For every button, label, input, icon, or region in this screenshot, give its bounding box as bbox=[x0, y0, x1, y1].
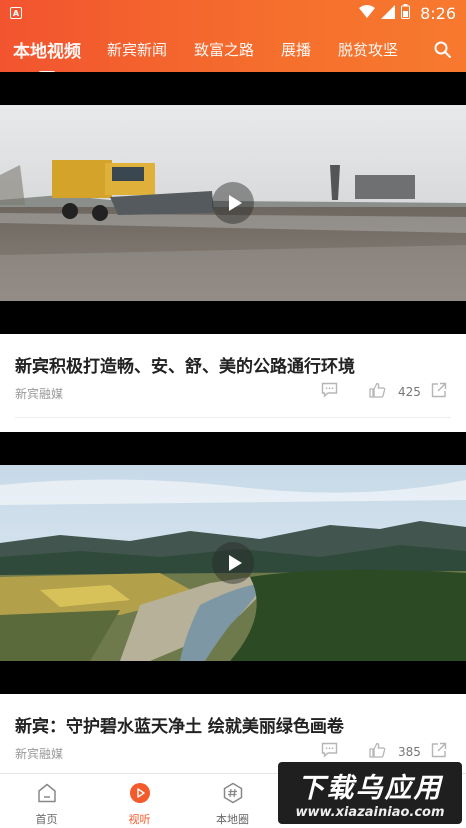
tab-wealth-road[interactable]: 致富之路 bbox=[194, 39, 254, 60]
share-icon[interactable] bbox=[431, 382, 447, 402]
video-info: 新宾积极打造畅、安、舒、美的公路通行环境 新宾融媒 425 bbox=[0, 334, 466, 432]
status-time: 8:26 bbox=[420, 3, 456, 23]
app-notification-icon: A bbox=[10, 7, 22, 19]
nav-item-home[interactable]: 首页 bbox=[0, 774, 93, 828]
video-source: 新宾融媒 bbox=[15, 387, 64, 401]
battery-icon bbox=[401, 3, 411, 23]
like-icon[interactable] bbox=[369, 382, 386, 402]
play-icon bbox=[129, 782, 151, 808]
divider bbox=[15, 417, 451, 418]
status-bar: A 8:26 bbox=[0, 0, 466, 26]
tab-poverty-alleviation[interactable]: 脱贫攻坚 bbox=[338, 39, 398, 60]
share-icon[interactable] bbox=[431, 742, 447, 762]
like-icon[interactable] bbox=[369, 742, 386, 762]
top-nav: 本地视频 新宾新闻 致富之路 展播 脱贫攻坚 bbox=[0, 26, 466, 74]
wifi-icon bbox=[359, 4, 376, 23]
nav-label-home: 首页 bbox=[35, 813, 58, 826]
home-icon bbox=[36, 782, 58, 808]
comment-icon[interactable] bbox=[321, 742, 338, 762]
like-count: 385 bbox=[398, 745, 421, 759]
tab-local-video[interactable]: 本地视频 bbox=[13, 37, 81, 74]
video-title[interactable]: 新宾：守护碧水蓝天净土 绘就美丽绿色画卷 bbox=[15, 712, 344, 737]
video-source: 新宾融媒 bbox=[15, 747, 64, 761]
video-player[interactable] bbox=[0, 72, 466, 334]
nav-item-audio-video[interactable]: 视听 bbox=[93, 774, 186, 828]
hashtag-icon bbox=[222, 782, 244, 808]
nav-label-local-circle: 本地圈 bbox=[216, 813, 249, 826]
tab-xinbin-news[interactable]: 新宾新闻 bbox=[107, 39, 167, 60]
play-button[interactable] bbox=[212, 182, 254, 224]
nav-label-audio-video: 视听 bbox=[128, 813, 151, 826]
like-count: 425 bbox=[398, 385, 421, 399]
video-title[interactable]: 新宾积极打造畅、安、舒、美的公路通行环境 bbox=[15, 352, 355, 377]
play-button[interactable] bbox=[212, 542, 254, 584]
watermark-logo: 下载乌应用 www.xiazainiao.com bbox=[278, 762, 462, 824]
watermark-url: www.xiazainiao.com bbox=[295, 805, 445, 820]
video-feed: 新宾积极打造畅、安、舒、美的公路通行环境 新宾融媒 425 新宾：守护碧水蓝天净… bbox=[0, 72, 466, 792]
search-icon[interactable] bbox=[434, 41, 451, 58]
signal-icon bbox=[381, 4, 396, 23]
video-player[interactable] bbox=[0, 432, 466, 694]
watermark-title: 下载乌应用 bbox=[297, 773, 443, 804]
tab-broadcast[interactable]: 展播 bbox=[281, 39, 311, 60]
comment-icon[interactable] bbox=[321, 382, 338, 402]
nav-item-local-circle[interactable]: 本地圈 bbox=[186, 774, 279, 828]
